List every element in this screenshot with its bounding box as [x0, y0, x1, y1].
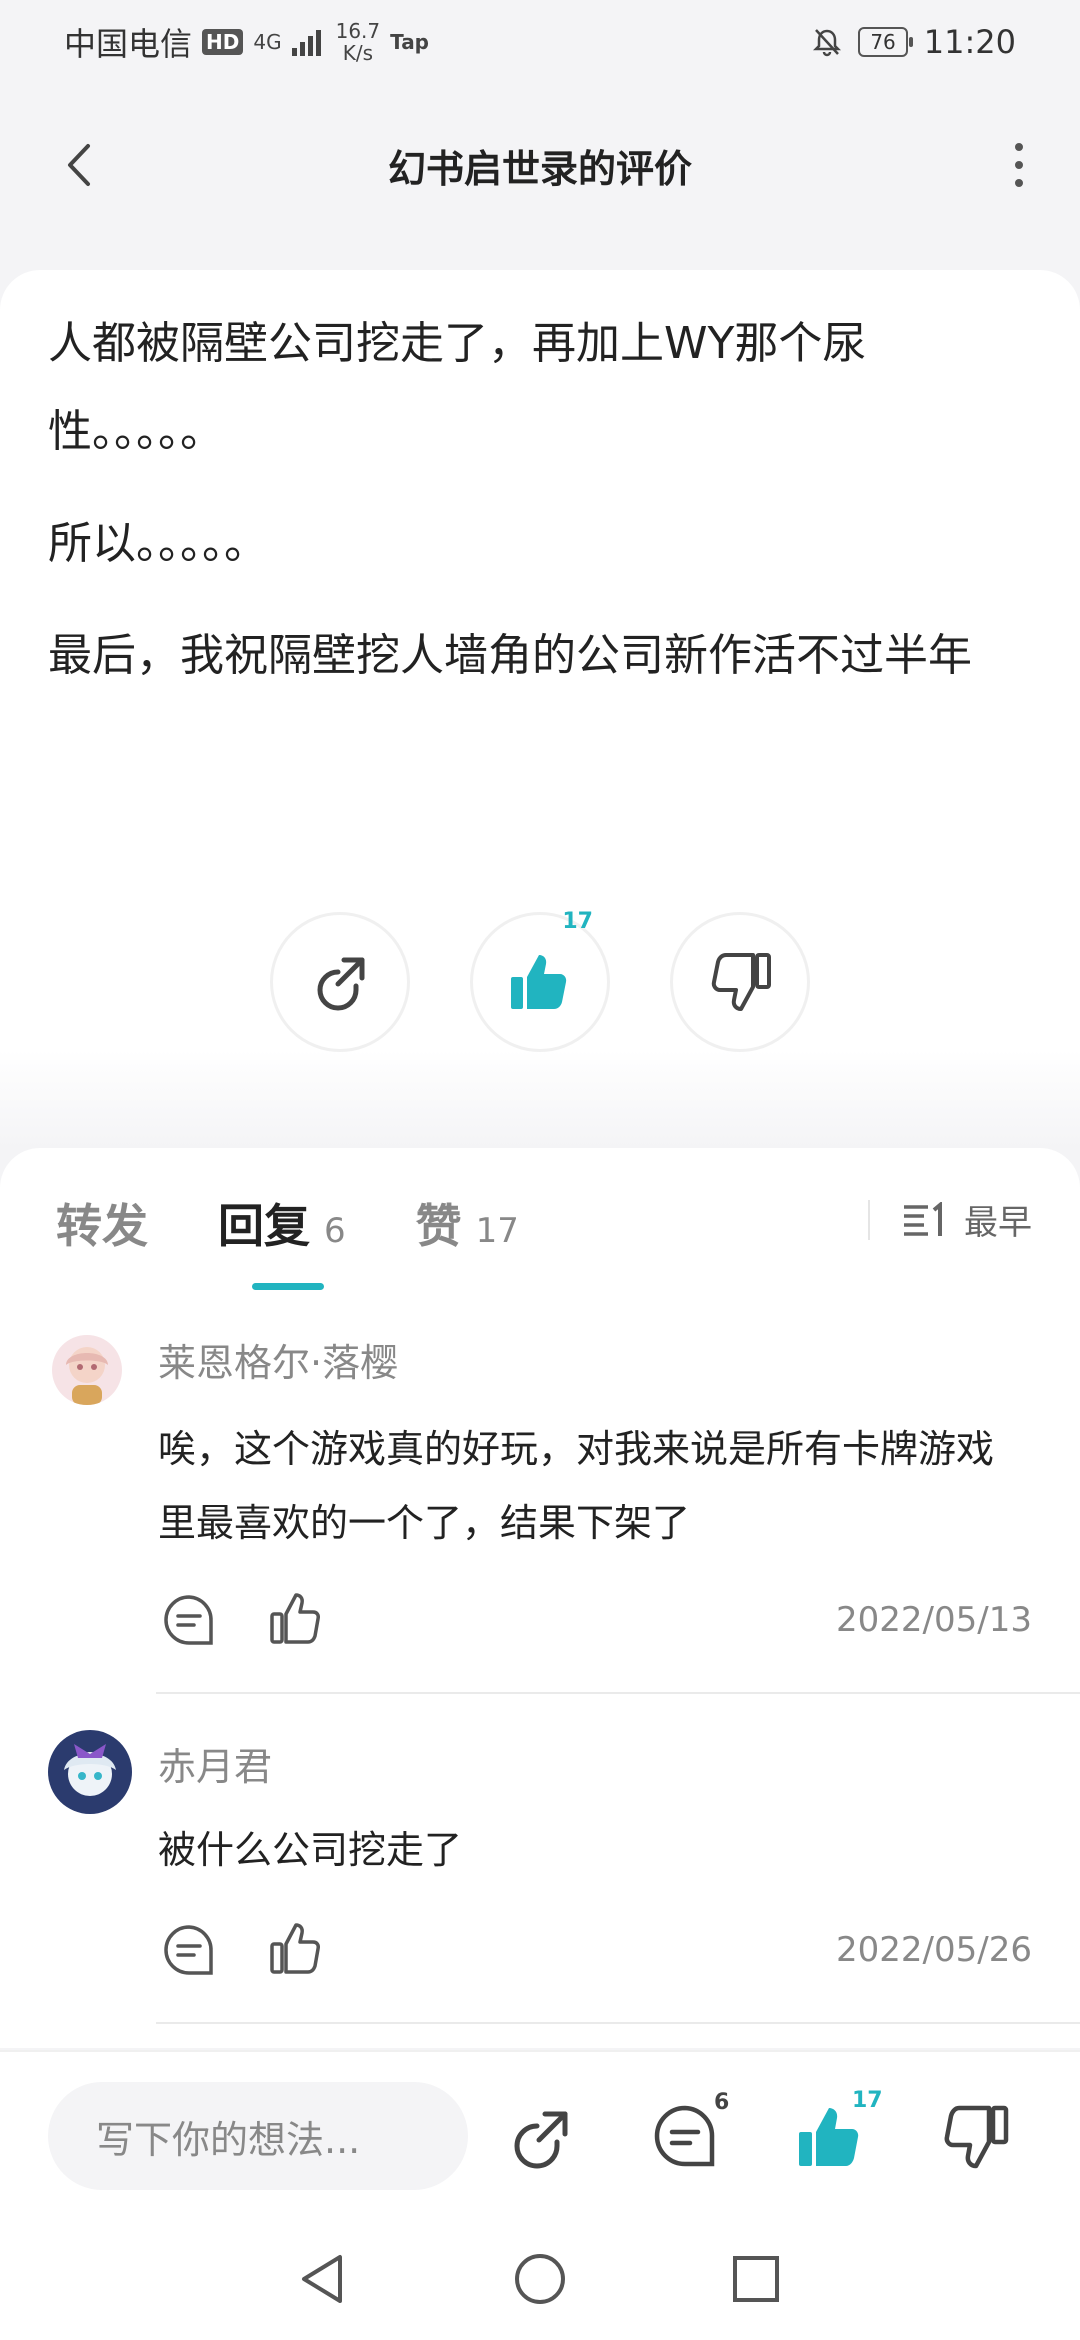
- top-app-bar: 幻书启世录的评价: [0, 110, 1080, 220]
- share-icon: [317, 957, 365, 1011]
- network-indicator: 4G: [253, 30, 282, 54]
- tab-label: 回复: [218, 1199, 310, 1253]
- reply-icon[interactable]: [650, 2102, 720, 2172]
- comment-date: 2022/05/26: [836, 1930, 1032, 1970]
- sort-icon: [904, 1201, 942, 1236]
- card-fade: [0, 1050, 1080, 1150]
- comment-tabs: 转发 回复 6 赞 17: [56, 1190, 519, 1256]
- share-icon[interactable]: [505, 2102, 575, 2172]
- comment-divider: [156, 1692, 1080, 1694]
- comment-text: 唉，这个游戏真的好玩，对我来说是所有卡牌游戏里最喜欢的一个了，结果下架了: [158, 1427, 995, 1545]
- thumbs-down-icon: [711, 953, 771, 1011]
- avatar-image: [48, 1730, 132, 1814]
- like-count: 17: [852, 2088, 883, 2113]
- thumbs-up-icon: [511, 955, 567, 1009]
- mute-bell-icon: [813, 29, 842, 57]
- signal-icon: [291, 30, 321, 56]
- tab-label: 赞: [415, 1199, 462, 1253]
- active-tab-indicator: [252, 1283, 324, 1290]
- avatar[interactable]: [52, 1335, 122, 1405]
- bottom-action-bar: 写下你的想法... 6 17: [0, 2050, 1080, 2218]
- page-title: 幻书启世录的评价: [387, 146, 692, 191]
- system-nav-bar: [0, 2218, 1080, 2340]
- comment-author[interactable]: 莱恩格尔·落樱: [158, 1332, 398, 1387]
- comment-input[interactable]: 写下你的想法...: [48, 2082, 468, 2190]
- share-button[interactable]: [270, 912, 410, 1052]
- avatar-image: [52, 1335, 122, 1405]
- clock: 11:20: [923, 23, 1016, 61]
- review-paragraph: 最后，我祝隔壁挖人墙角的公司新作活不过半年: [48, 630, 972, 681]
- tab-count: 17: [475, 1211, 519, 1251]
- reply-count: 6: [714, 2090, 730, 2115]
- sort-divider: [868, 1200, 870, 1240]
- reply-icon[interactable]: [160, 1592, 218, 1650]
- comment-date: 2022/05/13: [836, 1600, 1032, 1640]
- thumbs-down-icon[interactable]: [940, 2102, 1010, 2172]
- tab-repost[interactable]: 转发: [56, 1190, 148, 1256]
- thumbs-up-icon[interactable]: [268, 1920, 326, 1978]
- back-arrow-icon[interactable]: [56, 140, 106, 190]
- tab-replies[interactable]: 回复 6: [218, 1190, 346, 1256]
- reply-icon[interactable]: [160, 1922, 218, 1980]
- dislike-button[interactable]: [670, 912, 810, 1052]
- avatar[interactable]: [48, 1730, 132, 1814]
- sort-label: 最早: [964, 1203, 1032, 1243]
- review-paragraph: 人都被隔壁公司挖走了，再加上WY那个尿性。。。。。: [48, 318, 867, 457]
- like-button[interactable]: 17: [470, 909, 610, 1052]
- network-speed: 16.7 K/s: [335, 19, 381, 65]
- more-options-icon[interactable]: [1004, 140, 1034, 190]
- review-paragraph: 所以。。。。。: [48, 518, 268, 569]
- nav-home-icon[interactable]: [512, 2251, 568, 2307]
- tap-app-badge: Tap: [390, 30, 430, 54]
- thumbs-up-icon[interactable]: [268, 1590, 326, 1648]
- like-count: 17: [562, 909, 593, 934]
- carrier-label: 中国电信: [64, 25, 193, 63]
- tab-count: 6: [324, 1211, 346, 1251]
- review-actions: 17: [0, 909, 1080, 1052]
- tab-likes[interactable]: 赞 17: [416, 1190, 519, 1256]
- review-body: 人都被隔壁公司挖走了，再加上WY那个尿性。。。。。 所以。。。。。 最后，我祝隔…: [48, 300, 1038, 724]
- nav-recents-icon[interactable]: [728, 2251, 784, 2307]
- status-bar: 中国电信 HD 4G 16.7 K/s Tap 76 11:20: [0, 0, 1080, 84]
- battery-indicator: 76: [858, 27, 914, 57]
- hd-badge: HD: [202, 29, 244, 55]
- comment-author[interactable]: 赤月君: [158, 1736, 272, 1791]
- nav-back-icon[interactable]: [296, 2251, 352, 2307]
- comment-text: 被什么公司挖走了: [158, 1828, 463, 1872]
- comment-divider: [156, 2022, 1080, 2024]
- sort-button[interactable]: 最早: [902, 1195, 1032, 1244]
- tab-label: 转发: [56, 1199, 148, 1253]
